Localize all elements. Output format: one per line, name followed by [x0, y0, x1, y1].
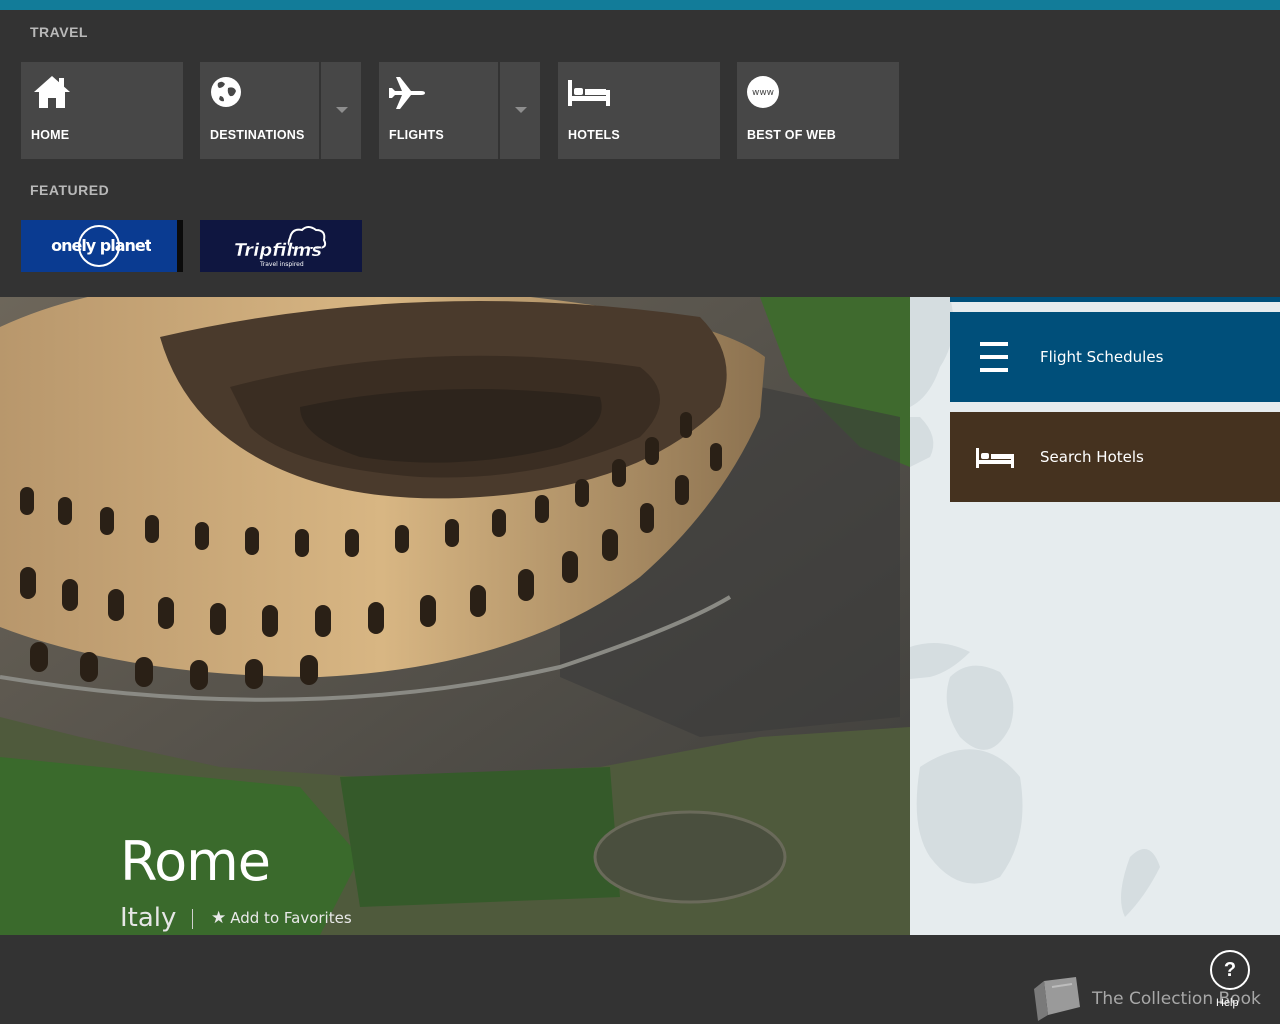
- flight-schedules-label: Flight Schedules: [1040, 348, 1164, 366]
- hotels-tile[interactable]: HOTELS: [558, 62, 720, 159]
- tripfilms-tile[interactable]: Tripfilms Travel inspired: [200, 220, 362, 272]
- accent-bar: [0, 0, 1280, 10]
- section-label-travel: TRAVEL: [30, 24, 88, 40]
- hotels-label: HOTELS: [568, 128, 620, 142]
- add-to-favorites-button[interactable]: ★ Add to Favorites: [211, 908, 352, 928]
- star-icon: ★: [211, 908, 227, 928]
- www-icon: www: [747, 76, 779, 108]
- help-label: Help: [1216, 997, 1239, 1009]
- list-icon: [980, 342, 1008, 372]
- home-label: HOME: [31, 128, 70, 142]
- section-label-featured: FEATURED: [30, 182, 110, 198]
- flights-dropdown[interactable]: [500, 62, 540, 159]
- bed-icon: [568, 80, 610, 106]
- question-icon: ?: [1223, 959, 1237, 981]
- hidden-tile-edge: [950, 297, 1280, 302]
- destinations-label: DESTINATIONS: [210, 128, 305, 142]
- best-of-web-tile[interactable]: www BEST OF WEB: [737, 62, 899, 159]
- search-hotels-button[interactable]: Search Hotels: [950, 412, 1280, 502]
- help-button[interactable]: ?: [1210, 950, 1250, 990]
- chevron-down-icon: [515, 107, 527, 113]
- flight-schedules-button[interactable]: Flight Schedules: [950, 312, 1280, 402]
- lonely-planet-wordmark: lonely planet: [51, 236, 151, 255]
- home-icon: [34, 76, 70, 108]
- airplane-icon: [389, 77, 425, 109]
- tile-edge: [177, 220, 183, 272]
- tripfilms-tagline: Travel inspired: [259, 261, 304, 268]
- destinations-tile[interactable]: DESTINATIONS: [200, 62, 319, 159]
- search-hotels-label: Search Hotels: [1040, 448, 1144, 466]
- tripfilms-logo: Tripfilms Travel inspired: [234, 226, 327, 268]
- lonely-planet-logo: lonely planet: [51, 225, 151, 267]
- www-glyph: www: [752, 88, 774, 98]
- tripfilms-wordmark: Tripfilms: [234, 240, 322, 261]
- globe-icon: [211, 77, 241, 107]
- home-tile[interactable]: HOME: [21, 62, 183, 159]
- best-of-web-label: BEST OF WEB: [747, 128, 837, 142]
- lonely-planet-tile[interactable]: lonely planet: [21, 220, 183, 272]
- book-icon: [1034, 977, 1080, 1021]
- divider: [192, 909, 193, 929]
- bed-icon: [976, 448, 1014, 468]
- destinations-dropdown[interactable]: [321, 62, 361, 159]
- chevron-down-icon: [336, 107, 348, 113]
- flights-label: FLIGHTS: [389, 128, 444, 142]
- flights-tile[interactable]: FLIGHTS: [379, 62, 498, 159]
- add-to-favorites-label: Add to Favorites: [230, 909, 352, 927]
- country-label: Italy: [120, 903, 177, 933]
- city-title: Rome: [120, 830, 271, 893]
